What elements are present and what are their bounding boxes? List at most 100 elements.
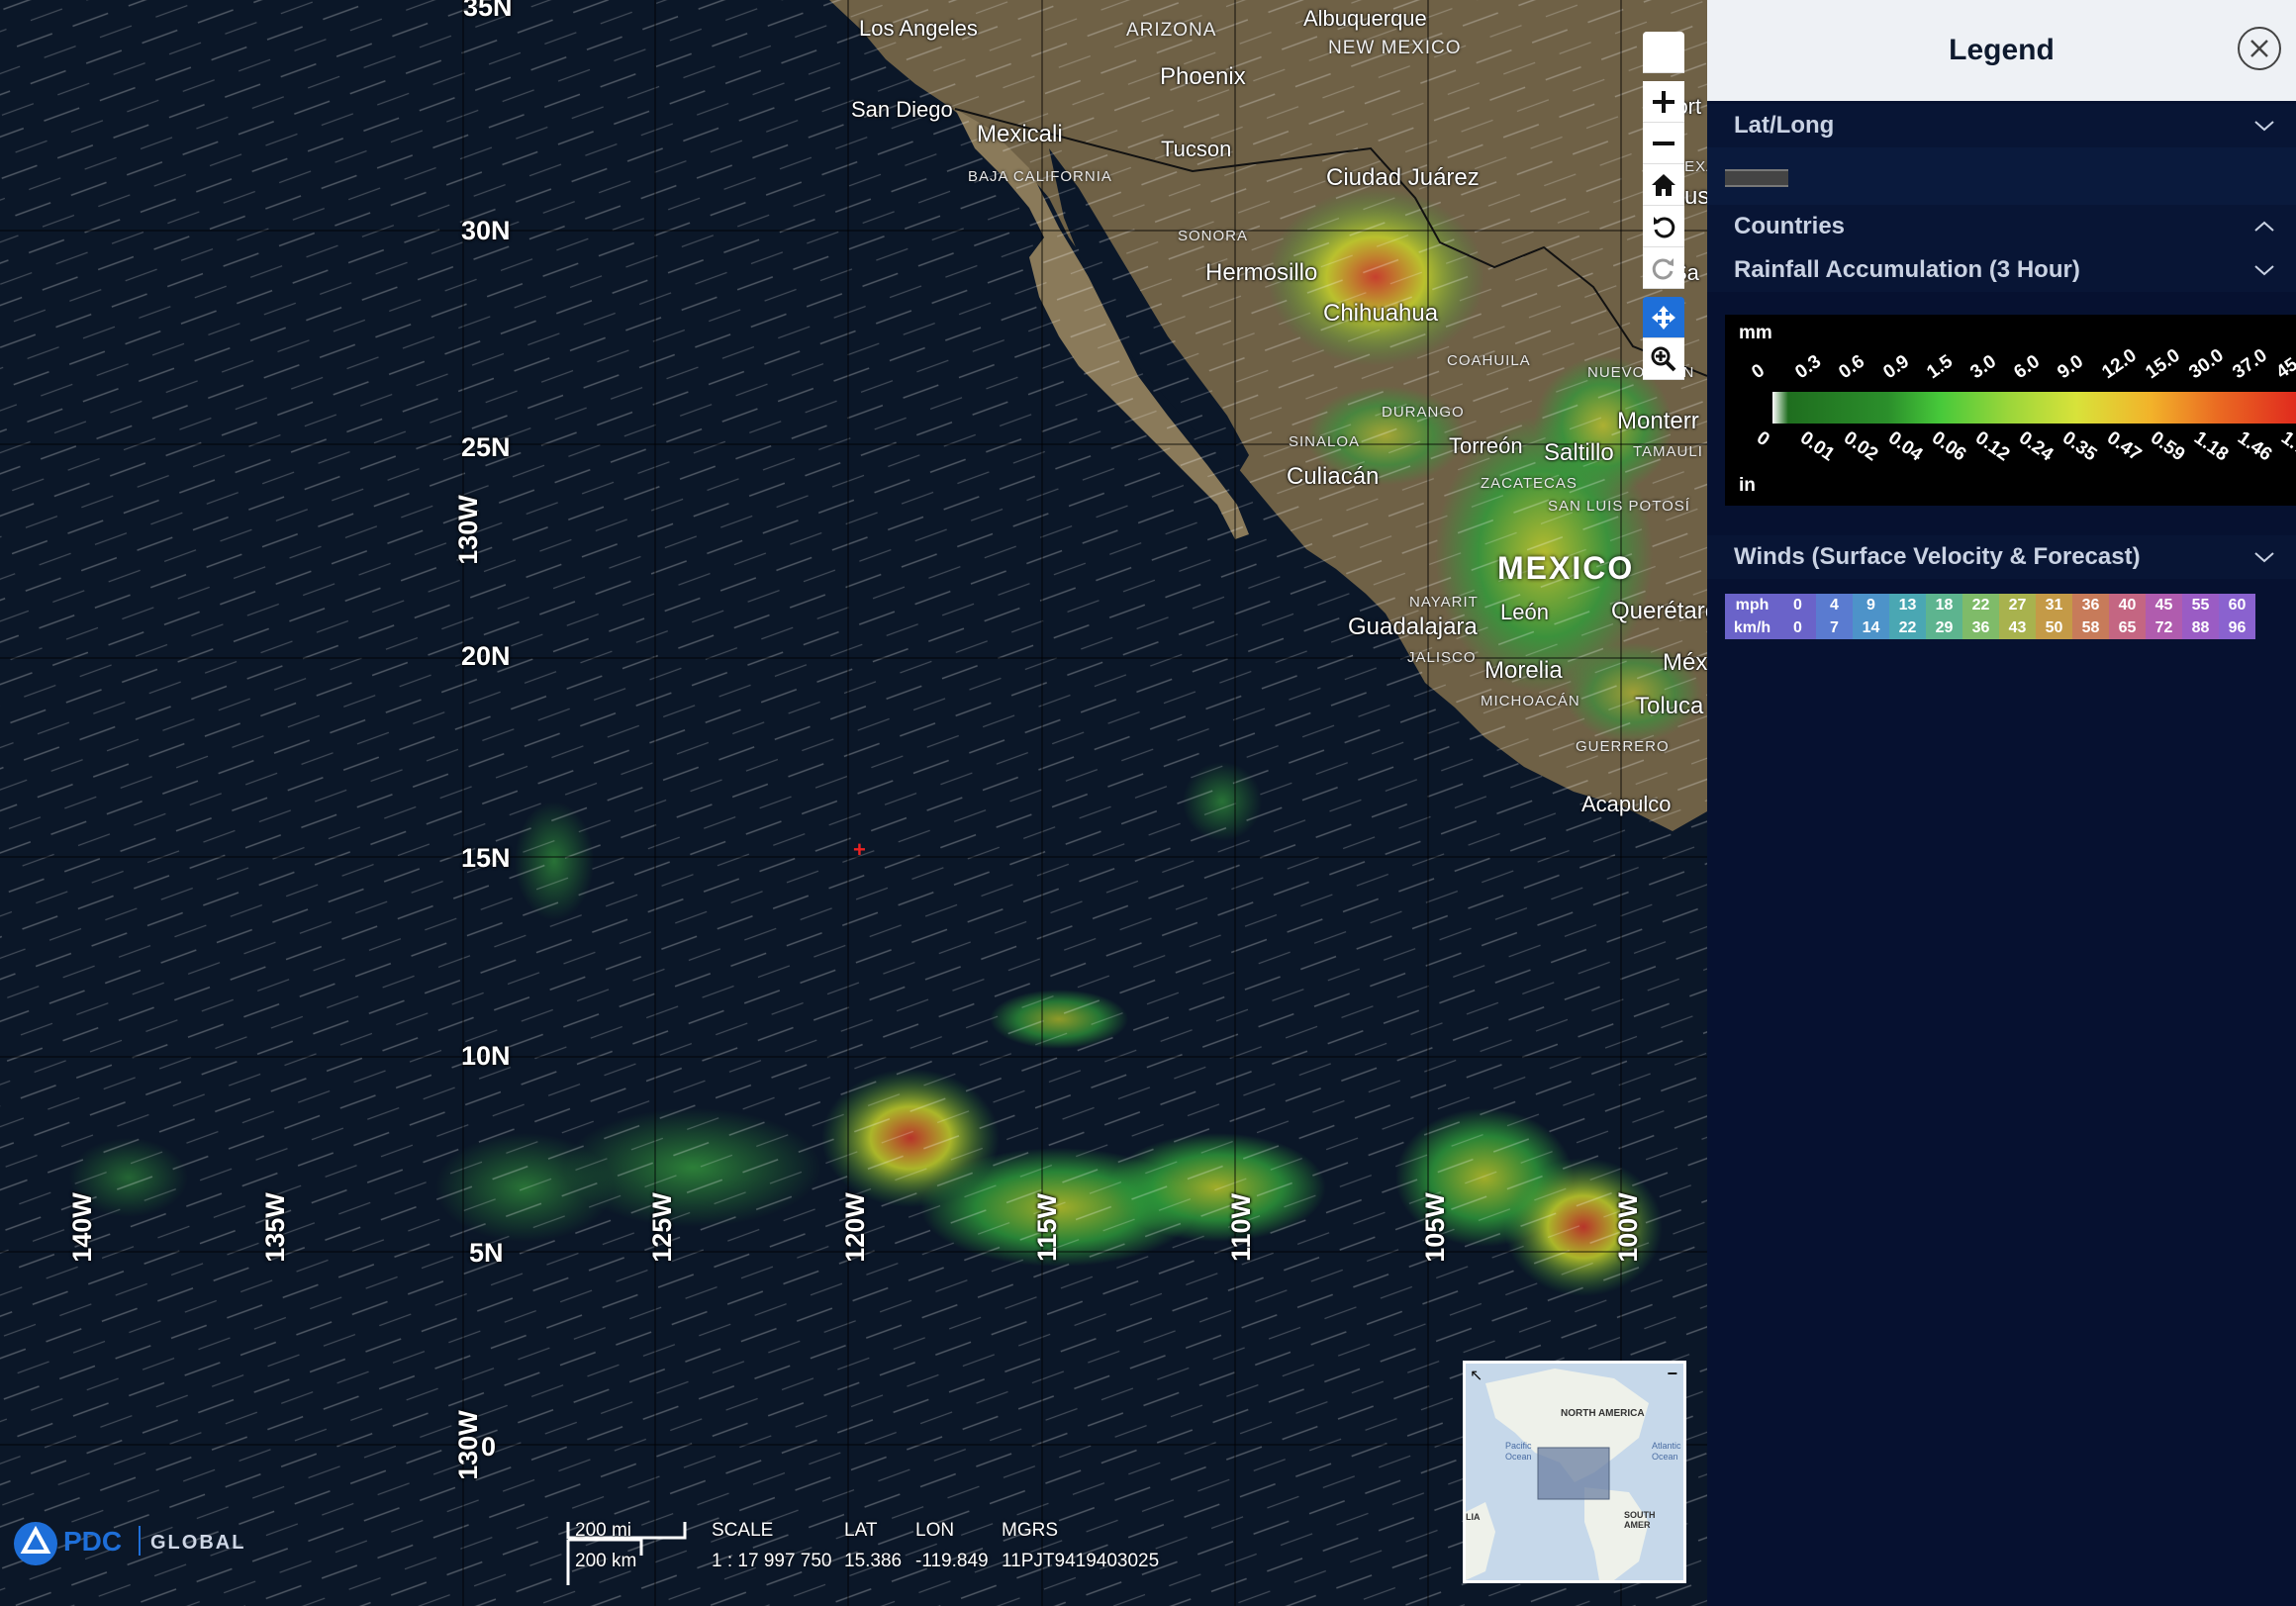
lat-label-5n: 5N [469,1238,504,1268]
map-canvas[interactable]: 35N 30N 25N 20N 15N 10N 5N 0 130W 140W 1… [0,0,1707,1606]
pan-button[interactable] [1643,297,1684,338]
rainfall-mm-tick: 37.0 [2229,344,2271,384]
lat-label-35n: 35N [463,0,513,22]
rainfall-in-tick: 0.01 [1796,427,1839,466]
rainfall-mm-tick: 30.0 [2185,344,2228,384]
state-michoacan: MICHOACÁN [1481,693,1580,709]
wind-mph-cell: 4 [1816,594,1853,616]
state-coahuila: COAHUILA [1447,352,1531,369]
blank-button[interactable] [1643,32,1684,73]
scale-mi: 200 mi [575,1520,632,1541]
logo-divider [139,1526,141,1556]
rainfall-mm-tick: 15.0 [2142,344,2184,384]
state-san-luis-potosi: SAN LUIS POTOSÍ [1548,498,1689,515]
lat-label-30n: 30N [461,216,511,245]
plus-icon [1653,90,1674,113]
section-rainfall[interactable]: Rainfall Accumulation (3 Hour) [1707,248,2296,292]
section-rainfall-label: Rainfall Accumulation (3 Hour) [1734,256,2080,283]
city-phoenix: Phoenix [1160,63,1246,90]
zoom-box-button[interactable] [1643,338,1684,380]
rainfall-in-tick: 1.77 [2277,427,2296,466]
city-tucson: Tucson [1161,137,1232,161]
close-icon [2250,40,2268,57]
minus-icon [1653,141,1674,145]
undo-button[interactable] [1643,206,1684,247]
wind-mph-cell: 27 [1999,594,2036,616]
lon-label-135w: 135W [259,1192,290,1263]
legend-panel: Legend Lat/Long Countries Rainfall Accum… [1707,0,2296,1606]
rainfall-in-tick: 0.12 [1970,427,2014,466]
close-legend-button[interactable] [2238,27,2281,70]
section-winds-label: Winds (Surface Velocity & Forecast) [1734,543,2141,570]
wind-kmh-cell: 88 [2182,616,2219,639]
scale-km: 200 km [575,1551,637,1571]
pdc-logo-subtitle: GLOBAL [150,1532,246,1554]
state-baja-california: BAJA CALIFORNIA [968,168,1112,185]
expand-icon[interactable]: ↖ [1470,1366,1483,1385]
section-countries[interactable]: Countries [1707,205,2296,248]
lon-label: LON [915,1520,955,1541]
zoom-out-button[interactable] [1643,123,1684,164]
mgrs-value: 11PJT9419403025 [1002,1551,1160,1571]
wind-mph-cell: 45 [2146,594,2182,616]
country-label-mexico: MEXICO [1497,550,1635,586]
redo-icon [1652,257,1674,279]
rainfall-in-tick: 0.59 [2146,427,2189,466]
legend-title: Legend [1949,34,2055,66]
rainfall-color-bar [1772,392,2296,424]
move-icon [1652,305,1675,330]
city-san-diego: San Diego [851,97,953,122]
minimap-label-pacific: Pacific Ocean [1505,1441,1532,1462]
state-tamaulipas: TAMAULI [1633,443,1703,460]
home-button[interactable] [1643,164,1684,206]
map-toolbar [1643,32,1684,380]
lon-label-120w: 120W [839,1192,870,1263]
lat-label-20n: 20N [461,641,511,671]
state-zacatecas: ZACATECAS [1481,475,1578,492]
wind-kmh-unit: km/h [1725,616,1779,639]
collapse-minimap-button[interactable]: − [1667,1364,1677,1384]
wind-kmh-cell: 65 [2109,616,2146,639]
wind-kmh-cell: 43 [1999,616,2036,639]
lat-value: 15.386 [844,1551,903,1571]
lon-label-125w: 125W [646,1192,677,1263]
rainfall-mm-tick: 0.6 [1835,350,1869,384]
city-acapulco: Acapulco [1581,792,1672,816]
lon-value: -119.849 [915,1551,989,1571]
wind-kmh-row: km/h 0 7 14 22 29 36 43 50 58 65 72 88 96 [1725,616,2255,639]
section-latlong[interactable]: Lat/Long [1707,104,2296,147]
wind-kmh-cell: 50 [2036,616,2072,639]
rainfall-mm-unit: mm [1739,323,1772,343]
city-saltillo: Saltillo [1544,439,1614,466]
city-albuquerque: Albuquerque [1303,6,1427,31]
section-winds[interactable]: Winds (Surface Velocity & Forecast) [1707,535,2296,579]
rainfall-mm-tick: 0.3 [1791,350,1826,384]
city-torreon: Torreón [1449,433,1523,458]
latlong-swatch-row [1707,147,2296,205]
city-mexicali: Mexicali [977,121,1063,147]
minimap-label-atlantic: Atlantic Ocean [1652,1441,1681,1462]
home-icon [1652,173,1675,196]
rainfall-in-tick: 1.18 [2189,427,2233,466]
lat-label: LAT [844,1520,878,1541]
city-guadalajara: Guadalajara [1348,614,1478,640]
rainfall-mm-tick: 0.9 [1878,350,1913,384]
lat-label-25n: 25N [461,432,511,462]
zoom-in-button[interactable] [1643,81,1684,123]
redo-button[interactable] [1643,247,1684,289]
zoom-icon [1651,346,1676,371]
state-guerrero: GUERRERO [1576,738,1670,755]
state-sonora: SONORA [1178,228,1249,244]
city-mexico-city: Méx [1663,649,1707,676]
rainfall-in-tick: 0.06 [1927,427,1970,466]
scale-label: SCALE [712,1520,774,1541]
state-nayarit: NAYARIT [1409,594,1479,611]
rainfall-in-tick: 0.04 [1883,427,1926,466]
rainfall-mm-tick: 45.0 [2272,344,2296,384]
section-latlong-label: Lat/Long [1734,112,1835,139]
city-culiacan: Culiacán [1287,463,1380,490]
wind-mph-cell: 60 [2219,594,2255,616]
rainfall-in-tick: 0.35 [2058,427,2101,466]
map-status-bar: PDC GLOBAL 200 mi 200 km SCALE 1 : 17 99… [0,1504,1707,1606]
chevron-down-icon [2254,265,2274,276]
